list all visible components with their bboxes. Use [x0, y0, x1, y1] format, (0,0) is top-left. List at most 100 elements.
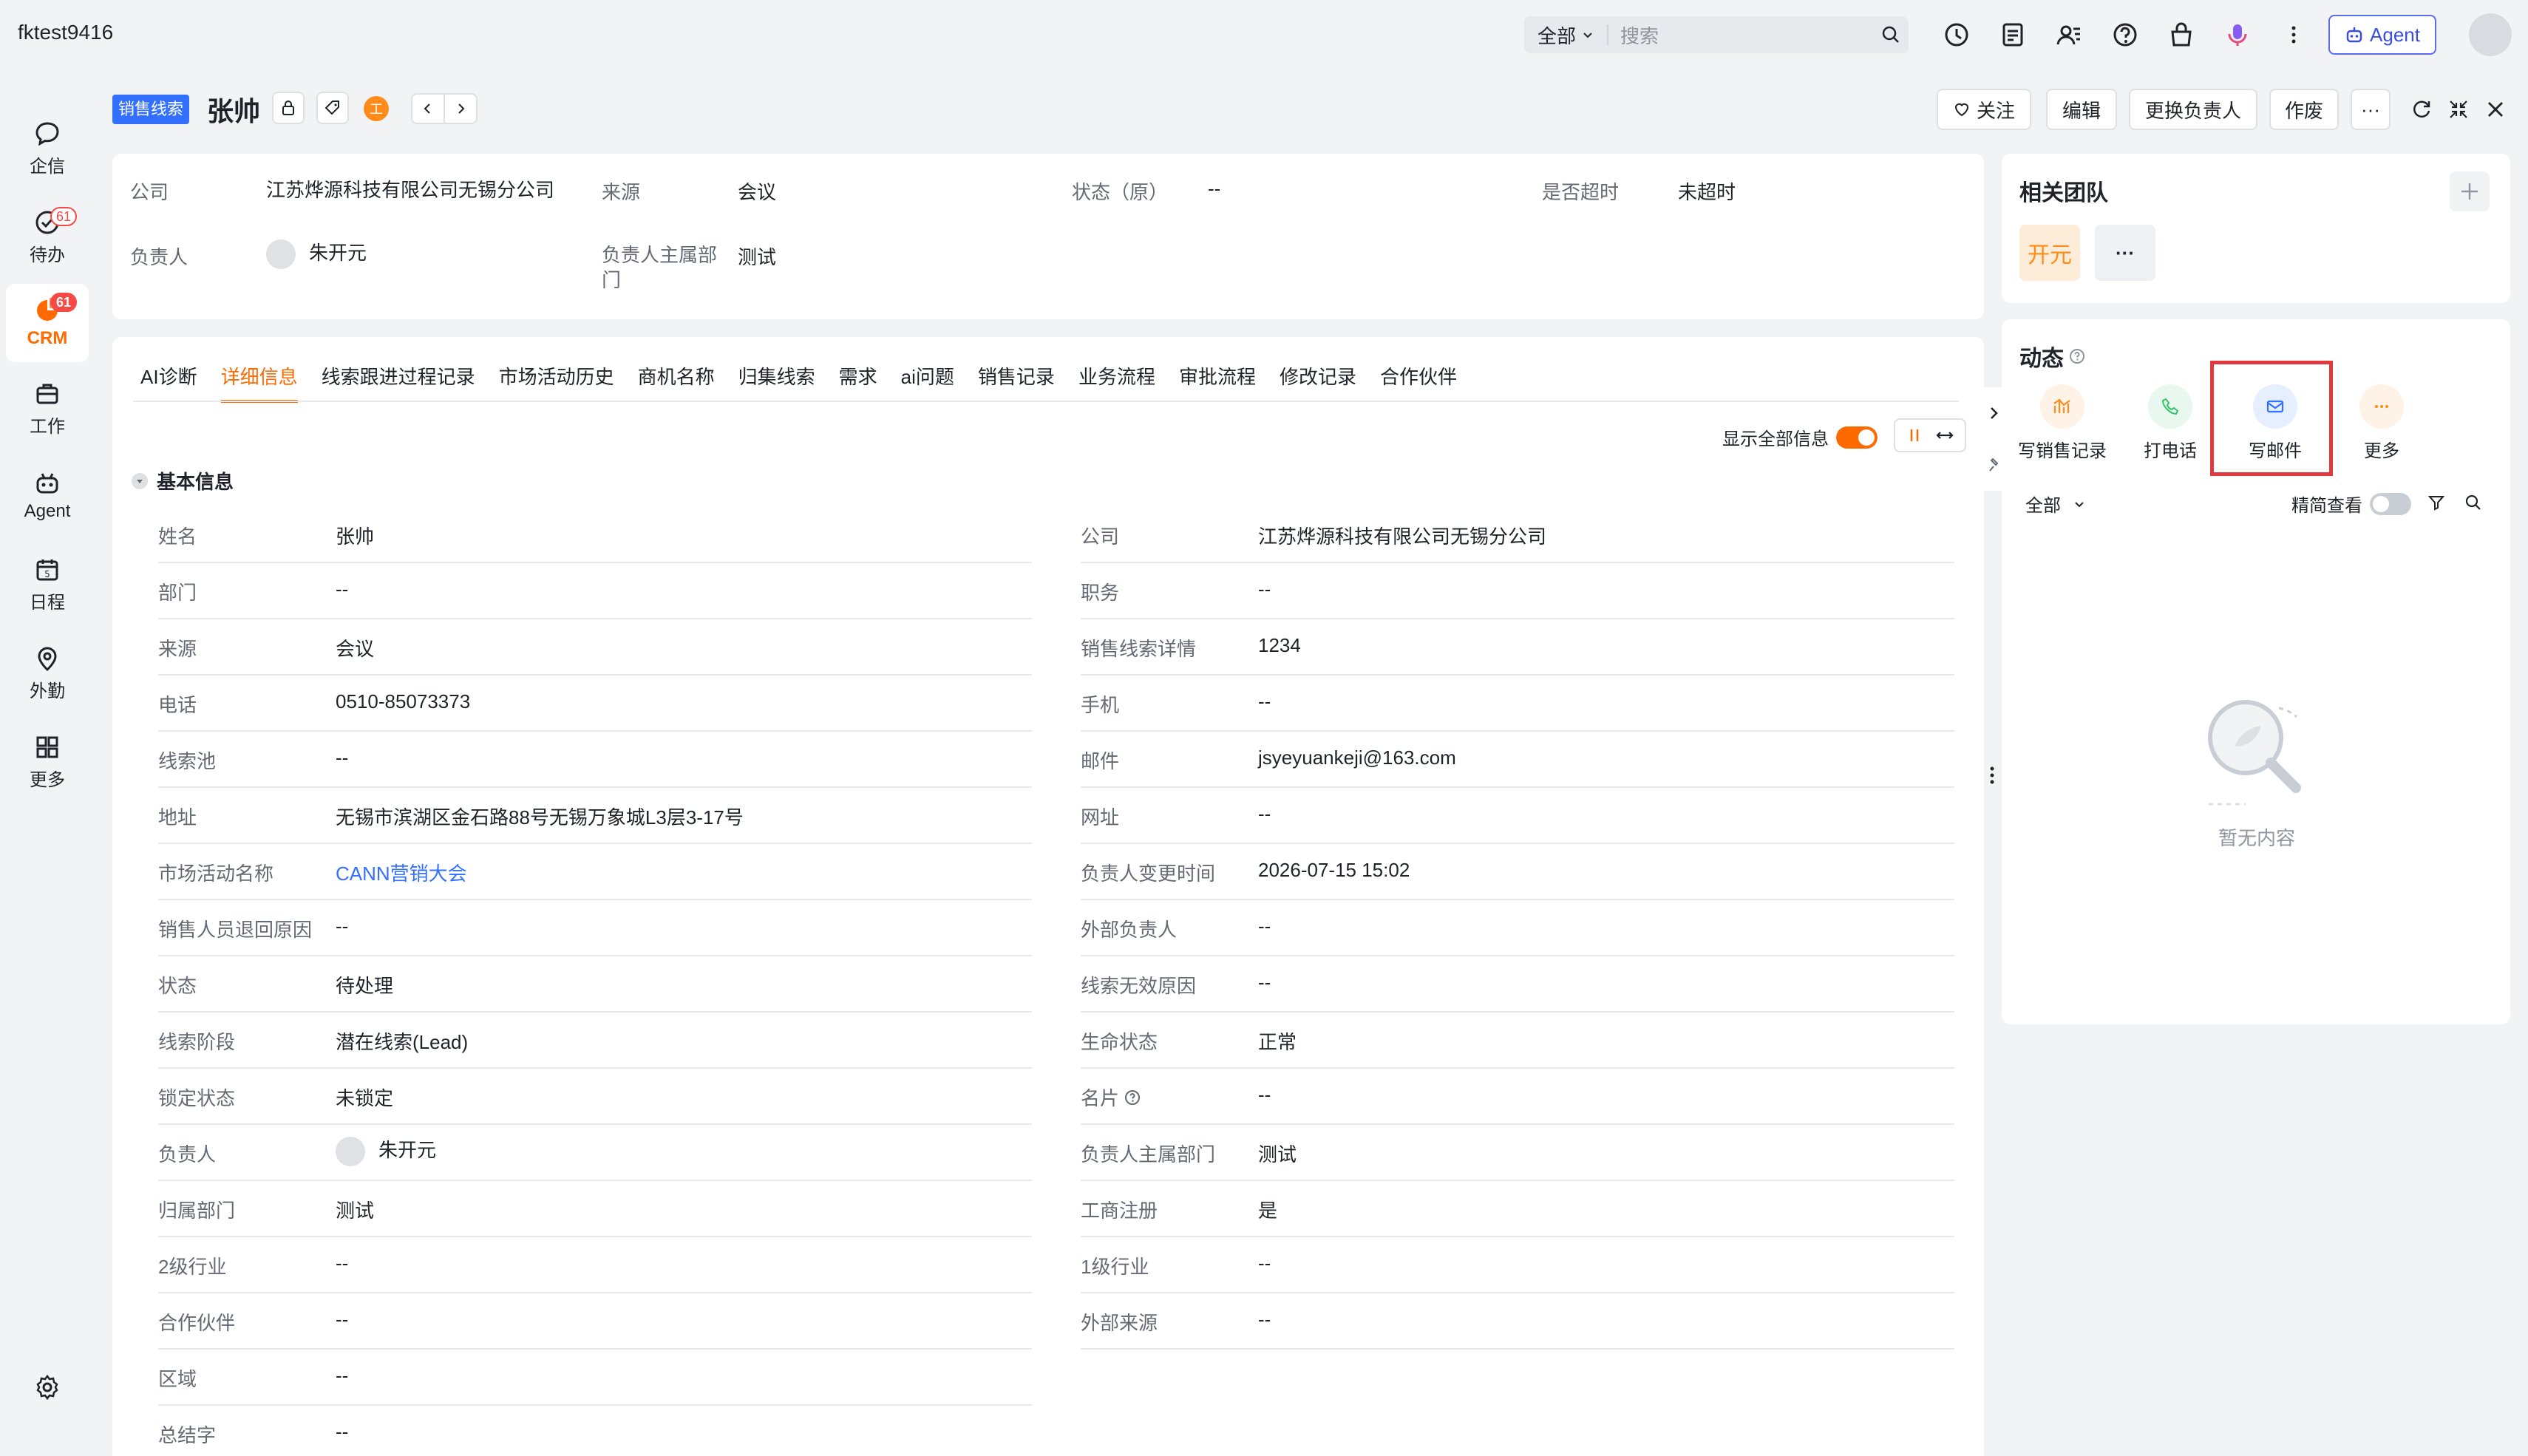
- next-record-button[interactable]: [444, 95, 476, 123]
- more-actions-button[interactable]: ···: [2351, 89, 2391, 130]
- field-phone: 电话 0510-85073373: [158, 677, 1032, 732]
- field-value[interactable]: jsyeyuankeji@163.com: [1258, 746, 1456, 769]
- tab-opportunity[interactable]: 商机名称: [638, 362, 715, 403]
- activity-title: 动态: [2019, 347, 2064, 371]
- more-vertical-icon[interactable]: [2277, 18, 2311, 52]
- detail-tabs: AI诊断 详细信息 线索跟进过程记录 市场活动历史 商机名称 归集线索 需求 a…: [140, 362, 1457, 403]
- svg-text:5: 5: [44, 569, 50, 579]
- report-icon[interactable]: [1996, 18, 2030, 52]
- tab-detail-info[interactable]: 详细信息: [220, 362, 298, 403]
- nav-item-calendar[interactable]: 5 日程: [6, 545, 89, 624]
- prev-record-button[interactable]: [412, 95, 444, 123]
- nav-item-field[interactable]: 外勤: [6, 634, 89, 712]
- tab-sales-records[interactable]: 销售记录: [978, 362, 1055, 403]
- nav-item-agent[interactable]: Agent: [6, 457, 89, 535]
- summary-owner[interactable]: 朱开元: [266, 238, 367, 270]
- field-value[interactable]: 0510-85073373: [336, 690, 470, 713]
- more-actions[interactable]: 更多: [2330, 384, 2433, 462]
- tab-followup-records[interactable]: 线索跟进过程记录: [322, 362, 475, 403]
- summary-owner-label: 负责人: [130, 246, 188, 268]
- team-more-button[interactable]: ···: [2095, 225, 2155, 281]
- section-basic-info[interactable]: 基本信息: [132, 467, 234, 494]
- edit-button[interactable]: 编辑: [2046, 89, 2117, 130]
- change-owner-button[interactable]: 更换负责人: [2129, 89, 2257, 130]
- toggle-switch[interactable]: [2370, 492, 2411, 515]
- search-scope-select[interactable]: 全部: [1524, 24, 1609, 47]
- change-owner-label: 更换负责人: [2144, 99, 2241, 122]
- nav-item-more[interactable]: 更多: [6, 723, 89, 801]
- add-team-member-button[interactable]: [2450, 171, 2490, 211]
- tab-approval-flow[interactable]: 审批流程: [1179, 362, 1256, 403]
- business-badge[interactable]: 工: [364, 96, 389, 121]
- field-label: 状态: [158, 975, 197, 997]
- location-pin-icon: [38, 647, 57, 671]
- campaign-link[interactable]: CANN营销大会: [336, 859, 467, 886]
- field-lead-detail: 销售线索详情 1234: [1081, 621, 1954, 676]
- call-action[interactable]: 打电话: [2118, 384, 2222, 462]
- layout-switch[interactable]: [1894, 418, 1966, 452]
- user-avatar[interactable]: [2469, 13, 2512, 56]
- tab-change-log[interactable]: 修改记录: [1280, 362, 1356, 403]
- help-icon[interactable]: [1124, 1089, 1141, 1106]
- gear-icon: [36, 1374, 58, 1401]
- two-column-icon[interactable]: [1906, 427, 1923, 443]
- nav-item-chat[interactable]: 企信: [6, 109, 89, 188]
- nav-label: 企信: [30, 156, 65, 177]
- show-all-toggle[interactable]: 显示全部信息: [1722, 424, 1878, 450]
- action-label: 打电话: [2144, 441, 2197, 461]
- toggle-switch[interactable]: [1836, 426, 1878, 449]
- tab-ai-questions[interactable]: ai问题: [901, 362, 954, 403]
- field-value: --: [1258, 1252, 1271, 1274]
- resize-handle[interactable]: [1990, 764, 1994, 786]
- collapse-button[interactable]: [2444, 95, 2473, 124]
- search-icon[interactable]: [2464, 494, 2482, 517]
- help-icon[interactable]: [2068, 347, 2086, 365]
- agent-button[interactable]: Agent: [2328, 15, 2436, 55]
- field-label: 线索池: [158, 750, 217, 772]
- tab-requirements[interactable]: 需求: [839, 362, 877, 403]
- tab-collected-leads[interactable]: 归集线索: [738, 362, 815, 403]
- compact-view-toggle[interactable]: 精简查看: [2291, 491, 2411, 517]
- field-value: --: [1258, 971, 1271, 993]
- activity-filter-scope[interactable]: 全部: [2025, 491, 2086, 517]
- chevron-right-icon: [458, 103, 465, 114]
- lock-button[interactable]: [272, 92, 305, 124]
- tab-partners[interactable]: 合作伙伴: [1380, 362, 1457, 403]
- search-icon[interactable]: [1873, 25, 1909, 44]
- pin-icon[interactable]: [1987, 456, 2000, 474]
- tab-business-flow[interactable]: 业务流程: [1078, 362, 1155, 403]
- tab-ai-diagnosis[interactable]: AI诊断: [140, 362, 197, 403]
- void-button[interactable]: 作废: [2269, 89, 2339, 130]
- filter-icon[interactable]: [2427, 494, 2445, 517]
- field-label-text: 名片: [1081, 1087, 1120, 1109]
- contacts-icon[interactable]: [2052, 18, 2086, 52]
- tab-campaign-history[interactable]: 市场活动历史: [499, 362, 614, 403]
- nav-item-todo[interactable]: 61 待办: [6, 198, 89, 276]
- help-icon[interactable]: [2108, 18, 2142, 52]
- field-value: 正常: [1258, 1031, 1297, 1053]
- tag-button[interactable]: [316, 92, 349, 124]
- global-search[interactable]: 全部 搜索: [1524, 16, 1909, 53]
- owner-value[interactable]: 朱开元: [336, 1135, 436, 1167]
- field-value: --: [1258, 578, 1271, 600]
- write-sales-record-action[interactable]: 写销售记录: [2011, 384, 2114, 462]
- settings-button[interactable]: [6, 1348, 89, 1426]
- field-email: 邮件 jsyeyuankeji@163.com: [1081, 733, 1954, 788]
- tenant-name[interactable]: fktest9416: [18, 21, 113, 44]
- expand-width-icon[interactable]: [1936, 427, 1954, 443]
- close-button[interactable]: [2481, 95, 2510, 124]
- field-owner-change-time: 负责人变更时间 2026-07-15 15:02: [1081, 846, 1954, 900]
- search-input[interactable]: 搜索: [1608, 21, 1873, 49]
- record-type-tag: 销售线索: [112, 95, 190, 124]
- field-external-owner: 外部负责人 --: [1081, 902, 1954, 956]
- field-partner: 合作伙伴 --: [158, 1295, 1032, 1350]
- nav-item-crm[interactable]: 61 CRM: [6, 284, 89, 362]
- store-icon[interactable]: [2164, 18, 2198, 52]
- microphone-ai-icon[interactable]: [2221, 18, 2255, 52]
- refresh-button[interactable]: [2407, 95, 2436, 124]
- summary-status-value: --: [1208, 177, 1221, 200]
- follow-button[interactable]: 关注: [1937, 89, 2031, 130]
- clock-icon[interactable]: [1940, 18, 1974, 52]
- team-member-avatar[interactable]: 开元: [2019, 225, 2080, 281]
- nav-item-work[interactable]: 工作: [6, 370, 89, 448]
